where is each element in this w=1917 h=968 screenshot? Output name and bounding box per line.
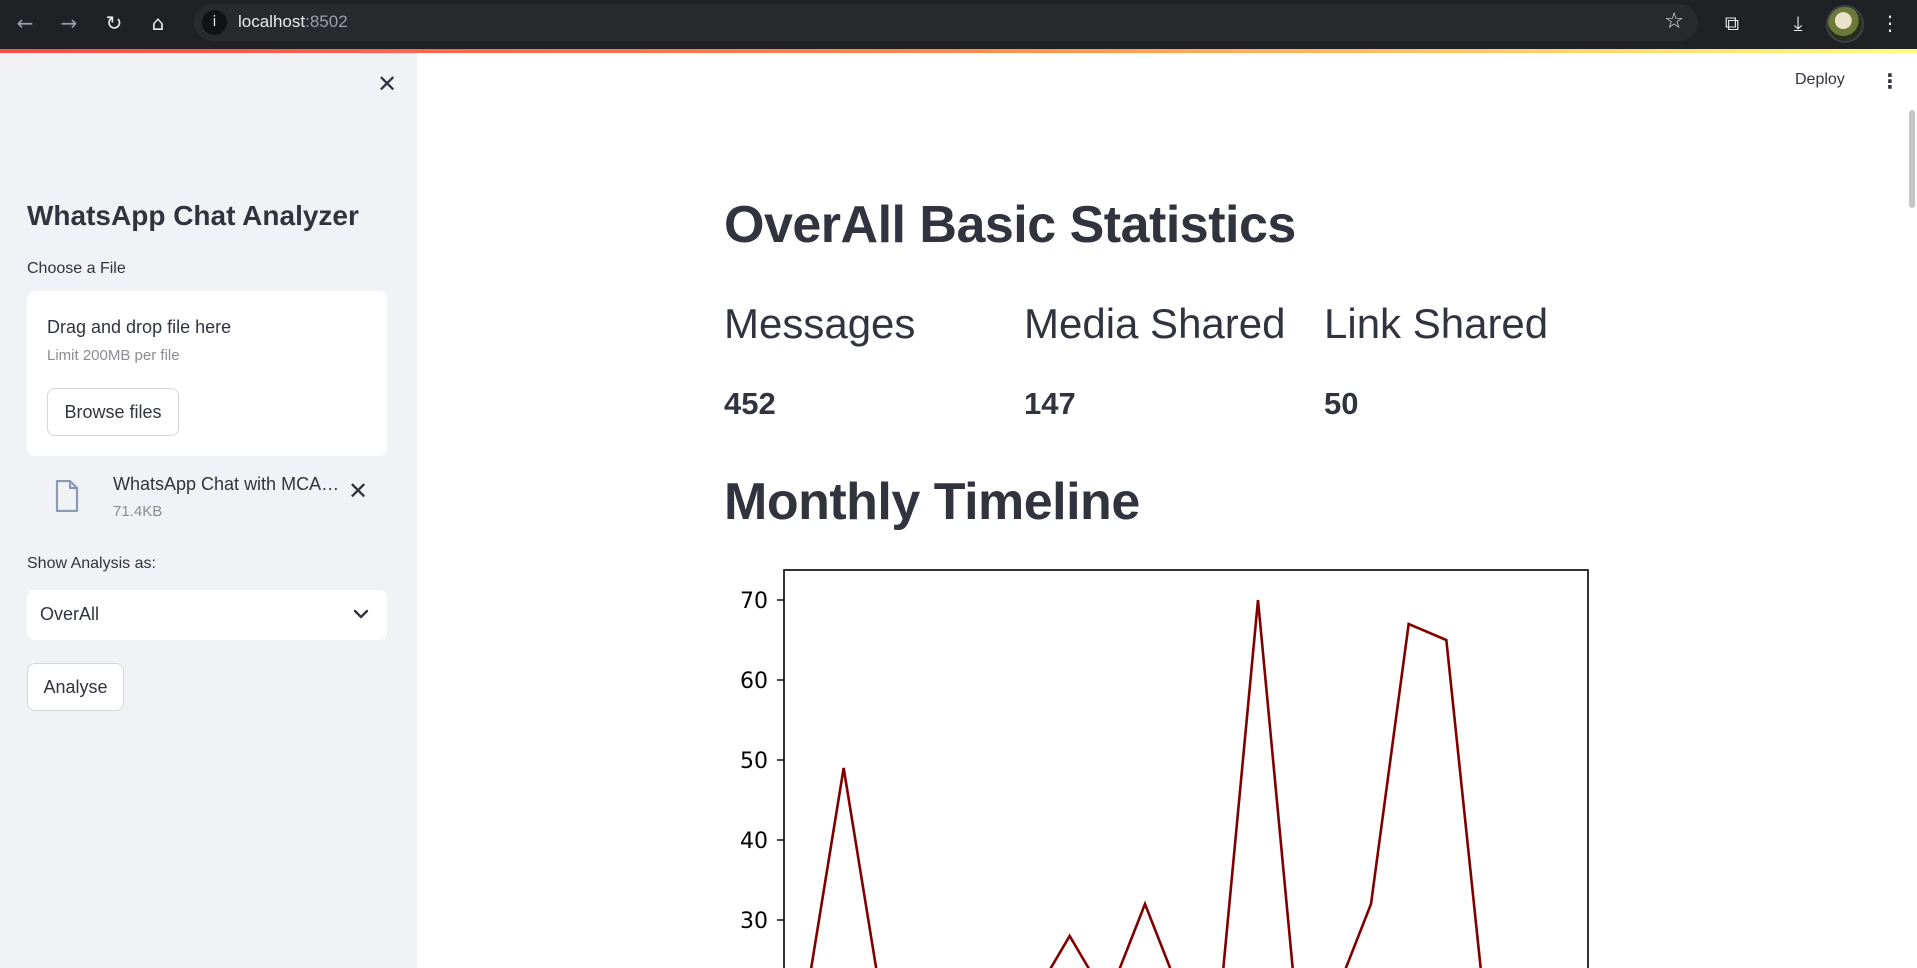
monthly-timeline-chart: 30 40 50 60 70 xyxy=(740,569,1589,968)
back-icon[interactable]: ← xyxy=(12,10,38,36)
profile-avatar[interactable] xyxy=(1826,5,1864,43)
stat-value-messages: 452 xyxy=(724,386,776,421)
analysis-select-label: Show Analysis as: xyxy=(27,555,156,572)
chevron-down-icon xyxy=(353,609,369,619)
extensions-icon[interactable]: ⧉ xyxy=(1718,9,1746,37)
chart-frame xyxy=(783,569,1589,968)
analysis-select-value: OverAll xyxy=(40,604,100,624)
file-dropzone[interactable]: Drag and drop file here Limit 200MB per … xyxy=(27,291,387,456)
stat-label-messages: Messages xyxy=(724,300,916,347)
sidebar: ✕ WhatsApp Chat Analyzer Choose a File D… xyxy=(0,53,417,968)
url-text[interactable]: localhost:8502 xyxy=(238,12,348,32)
browse-files-button[interactable]: Browse files xyxy=(47,388,179,436)
browser-toolbar: ← → ↻ ⌂ i localhost:8502 ☆ ⧉ ⤓ ⋮ xyxy=(0,0,1917,52)
home-icon[interactable]: ⌂ xyxy=(145,10,171,36)
stat-label-links: Link Shared xyxy=(1324,300,1549,347)
y-tick-label: 40 xyxy=(740,829,768,854)
download-icon[interactable]: ⤓ xyxy=(1784,9,1812,37)
y-tick-label: 60 xyxy=(740,669,768,694)
remove-file-icon[interactable]: ✕ xyxy=(343,476,373,506)
scrollbar[interactable] xyxy=(1909,110,1915,208)
uploaded-file-item: WhatsApp Chat with MCA… 71.4KB ✕ xyxy=(27,470,387,530)
file-uploader-label: Choose a File xyxy=(27,260,126,277)
sidebar-title: WhatsApp Chat Analyzer xyxy=(27,200,359,231)
y-tick-label: 30 xyxy=(740,909,768,934)
deploy-button[interactable]: Deploy xyxy=(1795,71,1845,89)
uploaded-file-size: 71.4KB xyxy=(113,503,163,520)
browser-menu-icon[interactable]: ⋮ xyxy=(1876,9,1904,37)
reload-icon[interactable]: ↻ xyxy=(101,10,127,36)
site-info-icon[interactable]: i xyxy=(202,10,227,35)
y-tick-label: 50 xyxy=(740,749,768,774)
stats-title: OverAll Basic Statistics xyxy=(724,196,1296,254)
stat-value-links: 50 xyxy=(1324,386,1359,421)
timeline-title: Monthly Timeline xyxy=(724,473,1140,531)
stat-value-media: 147 xyxy=(1024,386,1076,421)
forward-icon[interactable]: → xyxy=(56,10,82,36)
dropzone-limit: Limit 200MB per file xyxy=(47,347,180,364)
series-line xyxy=(809,599,1482,968)
main-menu-icon[interactable]: ⋮ xyxy=(1880,69,1900,93)
stat-label-media: Media Shared xyxy=(1024,300,1286,347)
analysis-select[interactable]: OverAll xyxy=(27,590,387,640)
dropzone-text: Drag and drop file here xyxy=(47,317,232,337)
uploaded-file-name: WhatsApp Chat with MCA… xyxy=(113,474,340,494)
analyse-button[interactable]: Analyse xyxy=(27,663,124,711)
bookmark-star-icon[interactable]: ☆ xyxy=(1664,9,1684,34)
close-sidebar-icon[interactable]: ✕ xyxy=(372,69,402,99)
file-icon xyxy=(55,480,79,512)
y-tick-label: 70 xyxy=(740,589,768,614)
address-bar[interactable]: i localhost:8502 ☆ xyxy=(194,4,1698,41)
